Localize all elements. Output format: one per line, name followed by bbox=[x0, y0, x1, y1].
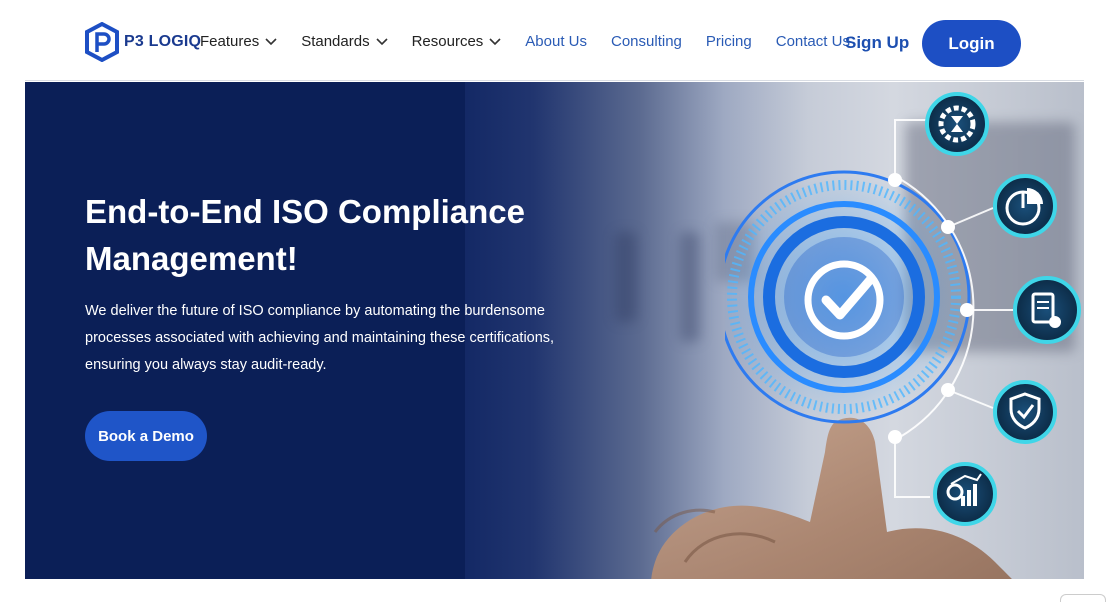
nav-pricing-link[interactable]: Pricing bbox=[706, 33, 752, 50]
chevron-down-icon bbox=[265, 37, 277, 45]
hero-title: End-to-End ISO Compliance Management! bbox=[85, 193, 526, 277]
hero-section: End-to-End ISO Compliance Management! We… bbox=[25, 82, 1084, 579]
hero-description: We deliver the future of ISO compliance … bbox=[85, 303, 555, 373]
nav-standards-label: Standards bbox=[301, 33, 370, 50]
top-navbar: P3 LOGIQ Features Standards Resources Ab… bbox=[0, 0, 1106, 82]
pie-chart-icon bbox=[993, 174, 1057, 238]
nav-menu: Features Standards Resources About Us Co… bbox=[200, 33, 850, 50]
nav-features-label: Features bbox=[200, 33, 260, 50]
nav-standards-dropdown[interactable]: Standards bbox=[301, 33, 388, 50]
logo-icon bbox=[85, 22, 119, 62]
document-gear-icon bbox=[1013, 276, 1081, 344]
nav-features-dropdown[interactable]: Features bbox=[200, 33, 277, 50]
nav-about-us-link[interactable]: About Us bbox=[525, 33, 587, 50]
brand-name: P3 LOGIQ bbox=[124, 33, 202, 50]
sign-up-link[interactable]: Sign Up bbox=[845, 33, 909, 53]
background-blur-shape bbox=[615, 232, 637, 322]
analytics-chart-icon bbox=[933, 462, 997, 526]
gear-hourglass-icon bbox=[925, 92, 989, 156]
scroll-to-top-tab[interactable] bbox=[1060, 594, 1106, 602]
nav-divider bbox=[25, 80, 1084, 81]
chevron-down-icon bbox=[489, 37, 501, 45]
shield-check-icon bbox=[993, 380, 1057, 444]
book-demo-button[interactable]: Book a Demo bbox=[85, 411, 207, 461]
login-button[interactable]: Login bbox=[922, 20, 1021, 67]
background-blur-shape bbox=[680, 232, 700, 342]
brand-logo[interactable]: P3 LOGIQ bbox=[84, 22, 201, 62]
compliance-graphic bbox=[725, 92, 1081, 526]
chevron-down-icon bbox=[376, 37, 388, 45]
nav-contact-us-link[interactable]: Contact Us bbox=[776, 33, 850, 50]
nav-resources-dropdown[interactable]: Resources bbox=[412, 33, 502, 50]
nav-resources-label: Resources bbox=[411, 33, 484, 50]
central-ring-group bbox=[725, 170, 971, 424]
nav-consulting-link[interactable]: Consulting bbox=[611, 33, 682, 50]
